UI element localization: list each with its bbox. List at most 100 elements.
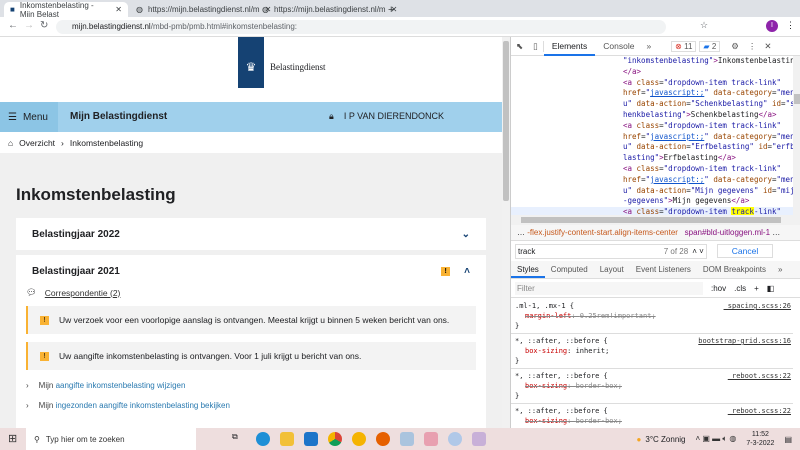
weather-icon: ●	[636, 434, 642, 444]
mail-icon[interactable]	[304, 432, 318, 446]
tab-layout[interactable]: Layout	[594, 261, 630, 278]
lock-icon: 🔒︎	[329, 111, 334, 121]
filter-input[interactable]: Filter	[515, 282, 703, 295]
forward-icon[interactable]: →	[24, 20, 34, 31]
year-2021-accordion: Belastingjaar 2021! ˄ 💬︎ Correspondentie (…	[16, 255, 486, 428]
snipping-tool-icon[interactable]	[424, 432, 438, 446]
windows-start-icon[interactable]: ⊞	[8, 432, 17, 445]
gear-icon[interactable]: ⚙	[726, 41, 744, 52]
more-tabs-icon[interactable]: »	[772, 261, 788, 278]
search-next-icon[interactable]: ˅	[699, 247, 704, 256]
webpage: ♛ Belastingdienst ☰ Menu Mijn Belastingdi…	[0, 37, 502, 428]
logo-emblem-icon[interactable]: ♛	[238, 37, 264, 88]
chevron-right-icon: ›	[26, 401, 29, 410]
star-icon[interactable]: ☆	[700, 20, 708, 31]
file-explorer-icon[interactable]	[280, 432, 294, 446]
tab-computed[interactable]: Computed	[545, 261, 594, 278]
globe-icon: ◍	[136, 5, 143, 14]
messages-badge[interactable]: ▰ 2	[699, 40, 721, 52]
notifications-icon[interactable]: ▤	[784, 435, 792, 444]
chrome-canary-icon[interactable]	[352, 432, 366, 446]
devtools-toolbar: ⬉ ▯ Elements Console » ⊗ 11 ▰ 2 ⚙ ⋮ ✕	[511, 37, 800, 56]
tab-elements[interactable]: Elements	[543, 37, 596, 56]
errors-badge[interactable]: ⊗ 11	[671, 40, 697, 52]
favicon-icon: ■	[10, 5, 15, 14]
new-tab-button[interactable]: +	[382, 2, 400, 17]
sidebar-toggle-icon[interactable]: ◧	[767, 284, 775, 293]
hamburger-icon: ☰	[8, 111, 17, 123]
tab-styles[interactable]: Styles	[511, 261, 545, 278]
reload-icon[interactable]: ↻	[40, 20, 48, 31]
more-tabs-icon[interactable]: »	[642, 41, 655, 51]
link-item[interactable]: › Mijn aangifte inkomstenbelasting wijzig…	[16, 370, 486, 390]
style-rule[interactable]: *, ::after, ::before {_reboot.scss:22 box…	[511, 369, 793, 404]
page-scrollbar[interactable]	[502, 37, 510, 428]
url-input[interactable]: mijn.belastingdienst.nl/mbd-pmb/pmb.html…	[56, 20, 666, 34]
dom-search: track 7 of 28 ˄ ˅ Cancel	[511, 241, 800, 261]
tab-dom-breakpoints[interactable]: DOM Breakpoints	[697, 261, 772, 278]
site-nav: ☰ Menu Mijn Belastingdienst 🔒︎ I P VAN DIE…	[0, 102, 502, 132]
warning-icon: !	[40, 315, 49, 325]
browser-tab[interactable]: ◍ https://mijn.belastingdienst.nl/m ✕	[130, 2, 271, 17]
alert: ! Uw verzoek voor een voorlopige aanslag …	[26, 306, 476, 334]
home-icon: ⌂	[8, 137, 14, 148]
browser-tab[interactable]: ■ Inkomstenbelasting - Mijn Belast ✕	[4, 1, 128, 19]
search-input[interactable]: track 7 of 28 ˄ ˅	[515, 243, 707, 259]
paint-icon[interactable]	[472, 432, 486, 446]
app-icon[interactable]	[448, 432, 462, 446]
chat-bubbles-icon: 💬︎	[26, 287, 37, 297]
device-toggle-icon[interactable]: ▯	[528, 40, 544, 52]
menu-button[interactable]: ☰ Menu	[0, 102, 58, 132]
style-rule[interactable]: .ml-1, .mx-1 {_spacing.scss:26 margin-lef…	[511, 299, 793, 334]
style-rule[interactable]: *, ::after, ::before {bootstrap-grid.scs…	[511, 334, 793, 369]
breadcrumb-home[interactable]: Overzicht	[19, 138, 55, 148]
dom-scrollbar[interactable]	[793, 56, 800, 215]
dom-breadcrumb-item[interactable]: span#bld-uitloggen.ml-1	[685, 228, 770, 237]
search-prev-icon[interactable]: ˄	[692, 247, 697, 256]
user-logout[interactable]: 🔒︎ I P VAN DIERENDONCK	[329, 111, 444, 122]
tab-event-listeners[interactable]: Event Listeners	[630, 261, 697, 278]
inspect-icon[interactable]: ⬉	[511, 41, 528, 52]
site-title[interactable]: Mijn Belastingdienst	[70, 111, 167, 122]
avatar[interactable]: I	[766, 20, 778, 32]
system-tray-icons[interactable]: ˄ ▣ ▬ 🔈︎ ◍	[696, 434, 737, 444]
styles-tabs: Styles Computed Layout Event Listeners D…	[511, 261, 800, 279]
weather-text[interactable]: 3°C Zonnig	[645, 435, 685, 444]
browser-tab[interactable]: ◍ https://mijn.belastingdienst.nl/m ✕	[256, 2, 397, 17]
link-item[interactable]: › Mijn ingezonden aangifte inkomstenbelas…	[16, 390, 486, 410]
task-view-icon[interactable]: ⧉	[232, 432, 246, 446]
edge-icon[interactable]	[256, 432, 270, 446]
add-rule-icon[interactable]: +	[754, 284, 759, 293]
dom-horizontal-scrollbar[interactable]	[511, 215, 800, 225]
alert: ! Uw aangifte inkomstenbelasting is ontva…	[26, 342, 476, 370]
hov-toggle[interactable]: :hov	[711, 284, 726, 293]
style-rules: .ml-1, .mx-1 {_spacing.scss:26 margin-lef…	[511, 299, 793, 429]
site-header: ♛ Belastingdienst	[0, 37, 502, 102]
breadcrumb: ⌂ Overzicht › Inkomstenbelasting	[0, 132, 502, 153]
year-2022-accordion[interactable]: Belastingjaar 2022 ⌄	[16, 218, 486, 250]
chevron-down-icon: ⌄	[461, 228, 470, 240]
clock[interactable]: 11:52 7-3-2022	[746, 430, 774, 448]
cls-toggle[interactable]: .cls	[734, 284, 746, 293]
chevron-right-icon: ›	[26, 381, 29, 390]
correspondence-link[interactable]: Correspondentie (2)	[45, 288, 121, 298]
year-2021-header[interactable]: Belastingjaar 2021! ˄	[16, 255, 486, 287]
chrome-icon[interactable]	[328, 432, 342, 446]
back-icon[interactable]: ←	[8, 20, 18, 31]
dom-breadcrumb-item[interactable]: -flex.justify-content-start.align-items-…	[527, 228, 678, 237]
styles-filter-bar: Filter :hov .cls + ◧	[511, 280, 800, 298]
app-icon[interactable]	[400, 432, 414, 446]
kebab-menu-icon[interactable]: ⋮	[744, 41, 761, 52]
close-icon[interactable]: ✕	[760, 41, 775, 52]
tab-console[interactable]: Console	[595, 37, 642, 56]
dom-tree[interactable]: "inkomstenbelasting">Inkomstenbelasting …	[511, 56, 793, 215]
page-title: Inkomstenbelasting	[16, 185, 176, 204]
search-icon: ⚲	[34, 434, 40, 444]
taskbar-search[interactable]: ⚲ Typ hier om te zoeken	[26, 428, 196, 450]
more-icon[interactable]: ⋮	[786, 20, 795, 31]
close-tab-icon[interactable]: ✕	[115, 5, 122, 14]
globe-icon: ◍	[262, 5, 269, 14]
cancel-button[interactable]: Cancel	[717, 244, 773, 258]
style-rule[interactable]: *, ::after, ::before {_reboot.scss:22 box…	[511, 404, 793, 429]
firefox-icon[interactable]	[376, 432, 390, 446]
